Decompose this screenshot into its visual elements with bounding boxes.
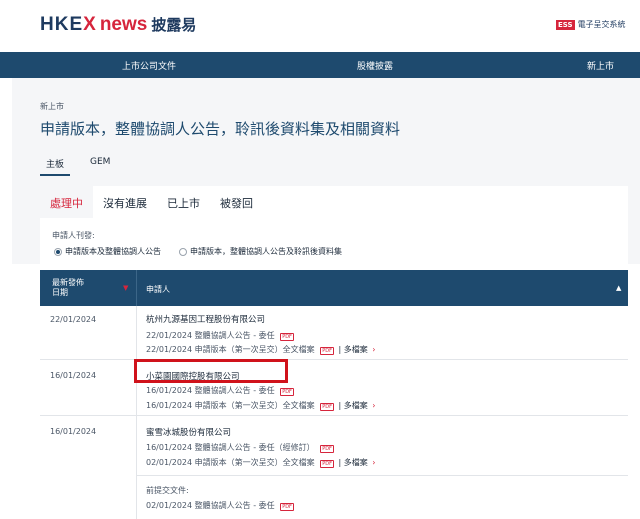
doc-line[interactable]: 02/01/2024 整體協調人公告 - 委任 PDF: [146, 500, 294, 511]
pdf-icon[interactable]: PDF: [320, 460, 334, 468]
radio-app-proof-oc[interactable]: 申請版本及整體協調人公告: [54, 246, 161, 257]
row-inner-divider: [137, 475, 628, 476]
hkexnews-logo[interactable]: HKEX news 披露易: [40, 14, 196, 38]
nav-item-listed-company-docs[interactable]: 上市公司文件: [122, 59, 176, 72]
page-title: 申請版本，整體協調人公告，聆訊後資料集及相關資料: [40, 120, 401, 138]
company-name[interactable]: 蜜雪冰城股份有限公司: [146, 426, 231, 438]
nav-item-new-listings[interactable]: 新上市: [587, 59, 614, 72]
pdf-icon[interactable]: PDF: [280, 388, 294, 396]
filter-label: 申請人刊發:: [52, 231, 95, 240]
row-date: 22/01/2024: [50, 315, 97, 324]
main-nav: 上市公司文件 股權披露 新上市: [0, 52, 640, 78]
logo-news: news: [99, 14, 148, 35]
chevron-right-icon: ›: [372, 401, 376, 410]
breadcrumb[interactable]: 新上市: [40, 101, 64, 112]
sort-desc-icon[interactable]: ▼: [123, 284, 128, 292]
tab-returned[interactable]: 被發回: [210, 186, 263, 218]
pdf-icon[interactable]: PDF: [320, 403, 334, 411]
status-tabs: 處理中 沒有進展 已上市 被發回: [40, 186, 263, 218]
sort-asc-icon[interactable]: ▲: [616, 284, 621, 292]
doc-line[interactable]: 16/01/2024 整體協調人公告 - 委任（經修訂） PDF: [146, 442, 334, 453]
pdf-icon[interactable]: PDF: [320, 445, 334, 453]
header-divider: [136, 270, 137, 306]
table-row: 22/01/2024 杭州九源基因工程股份有限公司 22/01/2024 整體協…: [40, 306, 628, 360]
company-name[interactable]: 杭州九源基因工程股份有限公司: [146, 313, 265, 325]
status-panel: 處理中 沒有進展 已上市 被發回 申請人刊發: 申請版本及整體協調人公告 申請版…: [40, 186, 628, 264]
applications-table: 最新發佈 日期 ▼ 申請人 ▲: [40, 270, 628, 306]
radio-app-proof-oc-phip[interactable]: 申請版本，整體協調人公告及聆訊後資料集: [179, 246, 342, 257]
doc-title[interactable]: 申請版本（第一次呈交）全文檔案: [195, 458, 315, 467]
tab-main-board[interactable]: 主板: [40, 152, 71, 176]
doc-title[interactable]: 整體協調人公告 - 委任: [195, 386, 275, 395]
logo-hkex: HKEX: [40, 14, 97, 35]
table-row: 16/01/2024 蜜雪冰城股份有限公司 16/01/2024 整體協調人公告…: [40, 416, 628, 519]
pdf-icon[interactable]: PDF: [280, 333, 294, 341]
tab-inactive[interactable]: 沒有進展: [93, 186, 157, 218]
highlight-box: [134, 359, 288, 383]
doc-title[interactable]: 整體協調人公告 - 委任（經修訂）: [195, 443, 315, 452]
pdf-icon[interactable]: PDF: [320, 347, 334, 355]
doc-line[interactable]: 22/01/2024 申請版本（第一次呈交）全文檔案 PDF | 多檔案 ›: [146, 344, 376, 355]
board-tabs: 主板 GEM: [40, 152, 130, 178]
doc-title[interactable]: 整體協調人公告 - 委任: [195, 501, 275, 510]
doc-line[interactable]: 16/01/2024 整體協調人公告 - 委任 PDF: [146, 385, 294, 396]
table-header: 最新發佈 日期 ▼ 申請人 ▲: [40, 270, 628, 306]
ess-badge: ESS: [556, 19, 575, 30]
radio-label: 申請版本，整體協調人公告及聆訊後資料集: [190, 247, 342, 256]
tab-processing[interactable]: 處理中: [40, 186, 93, 218]
doc-line[interactable]: 22/01/2024 整體協調人公告 - 委任 PDF: [146, 330, 294, 341]
pdf-icon[interactable]: PDF: [280, 503, 294, 511]
multi-files-link[interactable]: | 多檔案: [339, 345, 368, 354]
column-header-date[interactable]: 最新發佈 日期: [52, 278, 84, 298]
radio-selected-icon: [54, 247, 62, 256]
ess-link[interactable]: ESS 電子呈交系統: [556, 19, 626, 30]
row-date: 16/01/2024: [50, 427, 97, 436]
tab-listed[interactable]: 已上市: [157, 186, 210, 218]
column-header-applicant[interactable]: 申請人: [146, 284, 170, 295]
logo-chinese: 披露易: [151, 16, 197, 34]
table-row: 16/01/2024 小菜園國際控股有限公司 16/01/2024 整體協調人公…: [40, 360, 628, 416]
ess-label: 電子呈交系統: [577, 20, 626, 29]
table-body: 22/01/2024 杭州九源基因工程股份有限公司 22/01/2024 整體協…: [40, 306, 628, 519]
doc-line[interactable]: 16/01/2024 申請版本（第一次呈交）全文檔案 PDF | 多檔案 ›: [146, 400, 376, 411]
multi-files-link[interactable]: | 多檔案: [339, 401, 368, 410]
filter-radio-group: 申請版本及整體協調人公告 申請版本，整體協調人公告及聆訊後資料集: [54, 246, 360, 257]
doc-title[interactable]: 整體協調人公告 - 委任: [195, 331, 275, 340]
doc-line[interactable]: 02/01/2024 申請版本（第一次呈交）全文檔案 PDF | 多檔案 ›: [146, 457, 376, 468]
radio-unselected-icon: [179, 247, 187, 256]
previous-docs-label: 前提交文件:: [146, 486, 189, 495]
tab-gem[interactable]: GEM: [84, 152, 116, 176]
row-divider: [136, 416, 137, 519]
doc-title[interactable]: 申請版本（第一次呈交）全文檔案: [195, 401, 315, 410]
multi-files-link[interactable]: | 多檔案: [339, 458, 368, 467]
row-divider: [136, 306, 137, 360]
nav-item-disclosure-of-interests[interactable]: 股權披露: [357, 59, 393, 72]
top-header: HKEX news 披露易 ESS 電子呈交系統: [0, 0, 640, 52]
row-date: 16/01/2024: [50, 371, 97, 380]
radio-label: 申請版本及整體協調人公告: [65, 247, 161, 256]
doc-title[interactable]: 申請版本（第一次呈交）全文檔案: [195, 345, 315, 354]
chevron-right-icon: ›: [372, 458, 376, 467]
chevron-right-icon: ›: [372, 345, 376, 354]
